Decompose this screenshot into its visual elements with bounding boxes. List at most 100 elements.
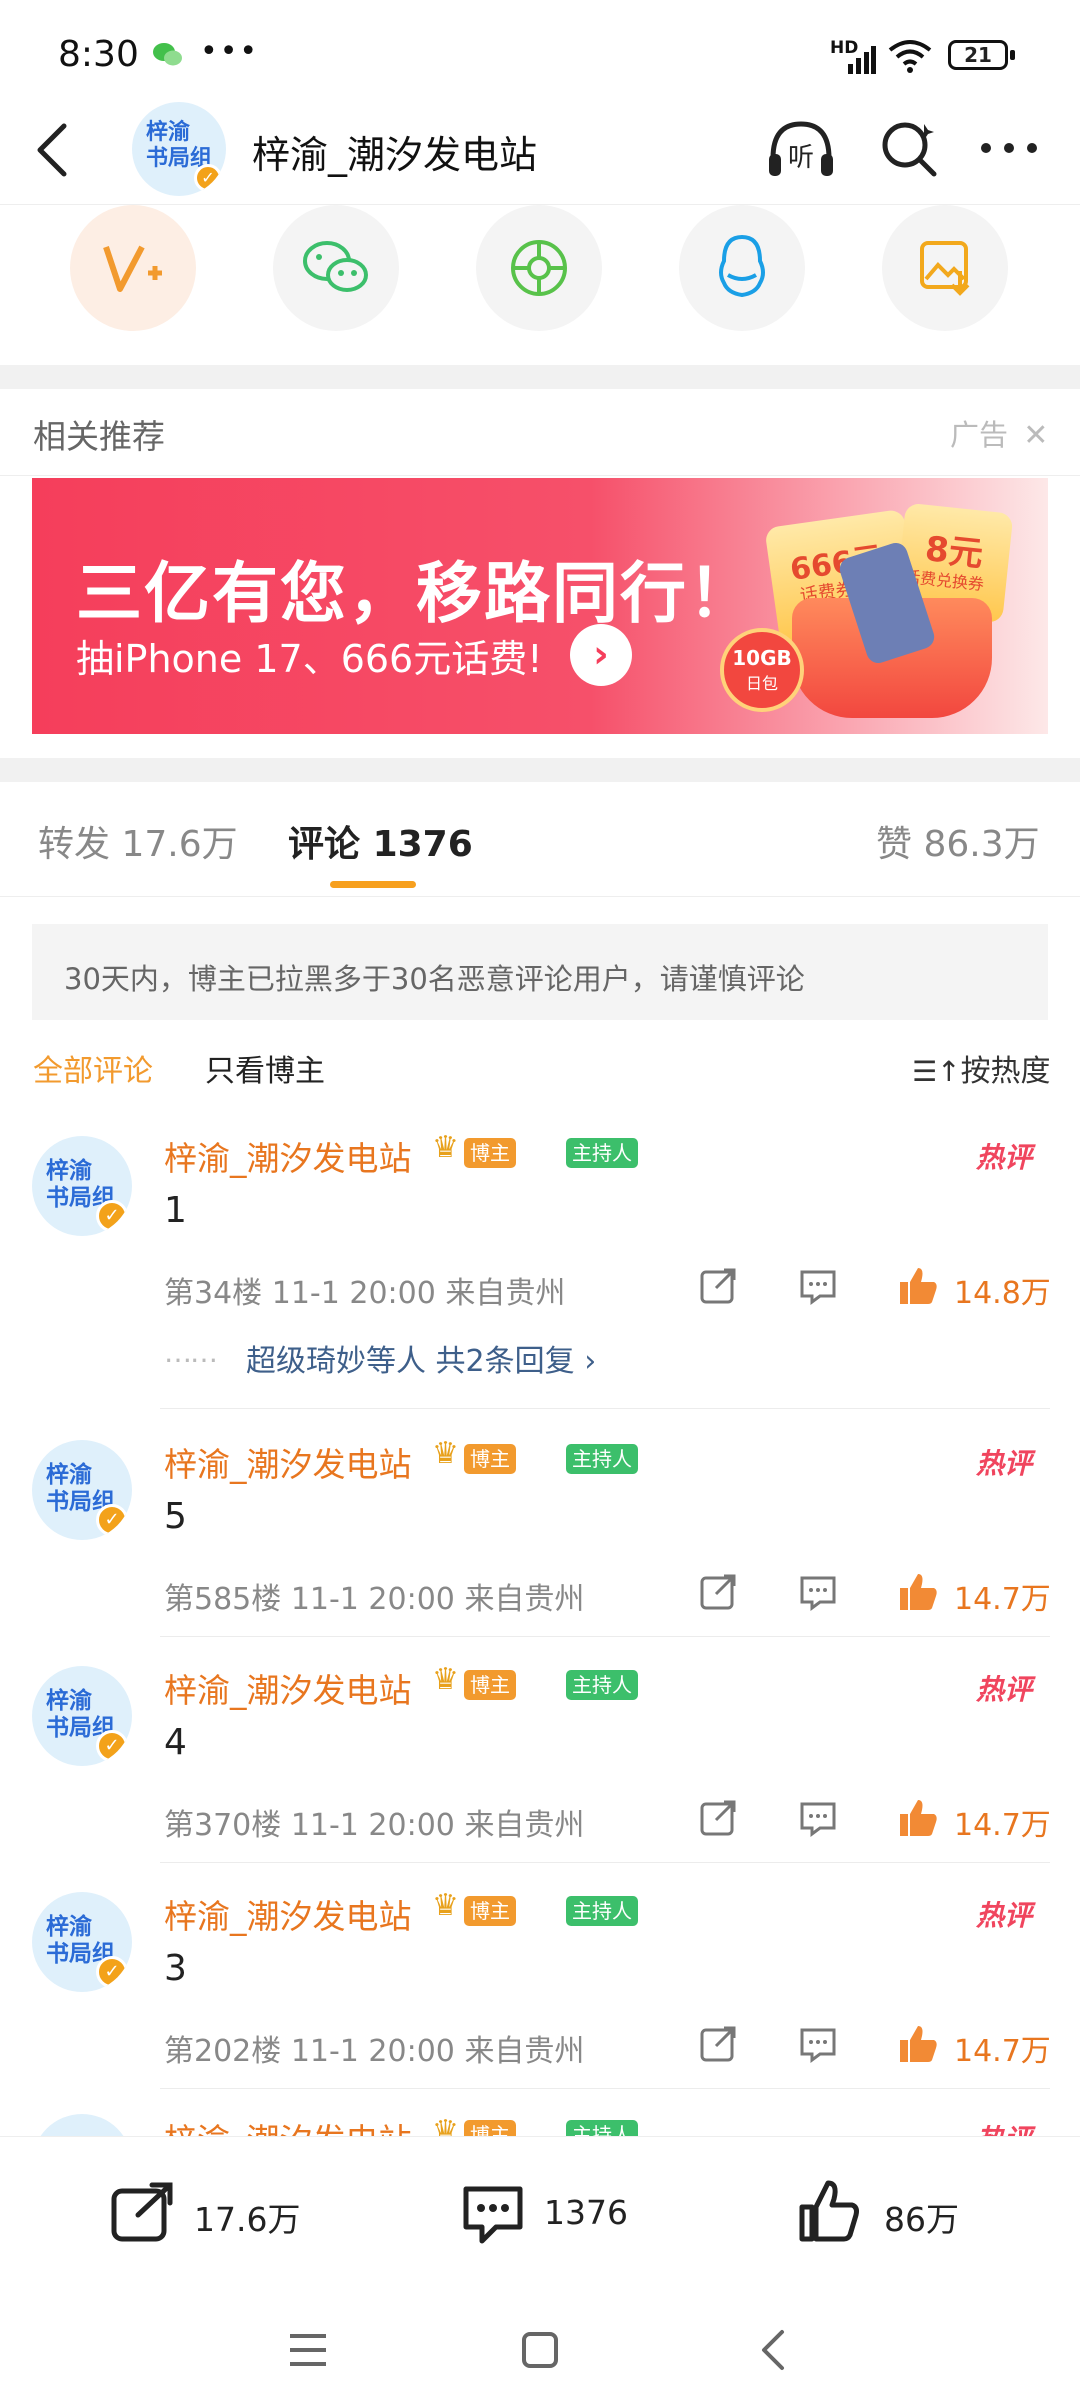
section-divider — [0, 365, 1080, 389]
sort-button[interactable]: ☰↑按热度 — [912, 1046, 1051, 1090]
share-comment-icon[interactable] — [698, 1798, 738, 1838]
system-navigation-bar — [0, 2276, 1080, 2400]
ad-label[interactable]: 广告 ✕ — [950, 412, 1048, 454]
share-comment-icon[interactable] — [698, 1572, 738, 1612]
owner-badge: 博主 — [464, 1670, 516, 1700]
ad-banner[interactable]: 三亿有您，移路同行！ 抽iPhone 17、666元话费! › 666元 话费券… — [32, 478, 1048, 734]
filter-all-comments[interactable]: 全部评论 — [33, 1046, 153, 1090]
comment-item[interactable]: 梓渝 书局组 ✓ 梓渝_潮汐发电站 ♛ 博主 主持人 热评 3 第202楼 11… — [0, 1878, 1080, 2098]
commenter-name[interactable]: 梓渝_潮汐发电站 — [164, 1132, 412, 1180]
like-count: 14.7万 — [954, 2034, 1051, 2069]
filter-owner-only[interactable]: 只看博主 — [205, 1046, 325, 1090]
moments-icon — [511, 240, 567, 296]
view-replies-link[interactable]: 超级琦妙等人 共2条回复 › — [246, 1336, 596, 1380]
commenter-name[interactable]: 梓渝_潮汐发电站 — [164, 1438, 412, 1486]
comment-floor: 第34楼 — [164, 1276, 263, 1311]
save-image-icon — [920, 241, 970, 296]
share-wechat-button[interactable] — [273, 205, 399, 331]
battery-tip — [1010, 50, 1015, 60]
verified-badge-icon: ✓ — [96, 1956, 128, 1988]
recommend-label: 相关推荐 — [33, 417, 165, 456]
owner-badge: 博主 — [464, 1896, 516, 1926]
comment-avatar[interactable]: 梓渝 书局组 ✓ — [32, 1136, 132, 1236]
host-badge: 主持人 — [566, 1896, 638, 1926]
comment-avatar[interactable]: 梓渝 书局组 ✓ — [32, 1440, 132, 1540]
comment-divider — [160, 2088, 1050, 2089]
back-icon[interactable] — [30, 120, 72, 180]
bottom-action-bar: 17.6万 1376 86万 — [0, 2136, 1080, 2276]
comment-avatar[interactable]: 梓渝 书局组 ✓ — [32, 1666, 132, 1766]
ad-text: 广告 — [950, 418, 1009, 452]
tab-comments-label: 评论 — [288, 824, 361, 865]
qq-icon — [719, 234, 765, 298]
share-vplus-button[interactable] — [70, 205, 196, 331]
comment-item[interactable]: 梓渝 书局组 ✓ 梓渝_潮汐发电站 ♛ 博主 主持人 热评 1 第34楼 11-… — [0, 1120, 1080, 1420]
comment-meta: 第34楼 11-1 20:00 来自贵州 — [164, 1268, 565, 1312]
comment-meta: 第585楼 11-1 20:00 来自贵州 — [164, 1574, 584, 1618]
comment-notice: 30天内，博主已拉黑多于30名恶意评论用户，请谨慎评论 — [32, 924, 1048, 1020]
svg-text:听: 听 — [788, 143, 814, 173]
commenter-name[interactable]: 梓渝_潮汐发电站 — [164, 1890, 412, 1938]
back-nav-icon[interactable] — [756, 2328, 788, 2372]
banner-subline: 抽iPhone 17、666元话费! — [76, 637, 543, 681]
header-avatar[interactable]: 梓渝 书局组 ✓ — [132, 102, 226, 196]
comment-item[interactable]: 梓渝 书局组 ✓ 梓渝_潮汐发电站 ♛ 博主 主持人 热评 5 第585楼 11… — [0, 1426, 1080, 1646]
banner-tag3: 10GB — [732, 646, 792, 670]
owner-badge: 博主 — [464, 1444, 516, 1474]
reply-comment-icon[interactable] — [798, 1572, 838, 1612]
share-qq-button[interactable] — [679, 205, 805, 331]
close-ad-icon[interactable]: ✕ — [1023, 418, 1048, 453]
comment-avatar[interactable]: 梓渝 书局组 ✓ — [32, 1892, 132, 1992]
comment-meta: 第202楼 11-1 20:00 来自贵州 — [164, 2026, 584, 2070]
owner-badge: 博主 — [464, 1138, 516, 1168]
share-comment-icon[interactable] — [698, 2024, 738, 2064]
tab-comments[interactable]: 评论 1376 — [288, 815, 473, 867]
repost-count: 17.6万 — [194, 2200, 301, 2239]
host-badge: 主持人 — [566, 1444, 638, 1474]
like-count: 14.7万 — [954, 1808, 1051, 1843]
reply-dots: …… — [164, 1336, 218, 1369]
comment-count: 1376 — [544, 2193, 628, 2232]
menu-nav-icon[interactable] — [288, 2332, 328, 2368]
comment-text: 3 — [164, 1948, 187, 1989]
share-comment-icon[interactable] — [698, 1266, 738, 1306]
commenter-name[interactable]: 梓渝_潮汐发电站 — [164, 2114, 412, 2136]
replies-count: 共2条回复 — [435, 1344, 575, 1379]
replies-who: 超级琦妙等人 — [246, 1344, 426, 1379]
comment-avatar[interactable] — [32, 2114, 132, 2136]
reply-comment-icon[interactable] — [798, 1798, 838, 1838]
chevron-right-icon: › — [584, 1344, 597, 1379]
reply-comment-icon[interactable] — [798, 2024, 838, 2064]
search-icon[interactable] — [878, 118, 940, 180]
verified-badge-icon: ✓ — [96, 1504, 128, 1536]
comment-location: 来自贵州 — [464, 1582, 585, 1617]
reply-comment-icon[interactable] — [798, 1266, 838, 1306]
share-moments-button[interactable] — [476, 205, 602, 331]
comment-time: 11-1 20:00 — [271, 1276, 436, 1311]
crown-icon: ♛ — [432, 2114, 459, 2136]
like-comment-icon[interactable] — [896, 1796, 940, 1840]
hot-comment-tag: 热评 — [976, 2118, 1032, 2136]
banner-arrow-icon[interactable]: › — [570, 624, 632, 686]
like-comment-icon[interactable] — [896, 2022, 940, 2066]
tab-repost[interactable]: 转发 17.6万 — [38, 815, 238, 867]
comment-icon — [463, 2186, 523, 2244]
verified-badge-icon: ✓ — [194, 164, 222, 192]
tab-likes[interactable]: 赞 86.3万 — [876, 815, 1040, 867]
commenter-name[interactable]: 梓渝_潮汐发电站 — [164, 1664, 412, 1712]
listen-icon[interactable]: 听 — [765, 118, 837, 182]
crown-icon: ♛ — [432, 1888, 459, 1923]
comment-meta: 第370楼 11-1 20:00 来自贵州 — [164, 1800, 584, 1844]
signal-icon — [848, 46, 876, 74]
banner-headline: 三亿有您，移路同行！ — [76, 555, 756, 632]
comment-location: 来自贵州 — [464, 2034, 585, 2069]
comment-item[interactable]: 梓渝 书局组 ✓ 梓渝_潮汐发电站 ♛ 博主 主持人 热评 4 第370楼 11… — [0, 1652, 1080, 1872]
comment-time: 11-1 20:00 — [290, 1582, 455, 1617]
like-comment-icon[interactable] — [896, 1264, 940, 1308]
more-icon[interactable] — [978, 136, 1040, 160]
comment-item[interactable]: 梓渝_潮汐发电站 ♛ 博主 主持人 热评 — [0, 2104, 1080, 2136]
home-nav-icon[interactable] — [520, 2330, 560, 2370]
battery-icon: 21 — [948, 40, 1008, 70]
share-save-image-button[interactable] — [882, 205, 1008, 331]
like-comment-icon[interactable] — [896, 1570, 940, 1614]
